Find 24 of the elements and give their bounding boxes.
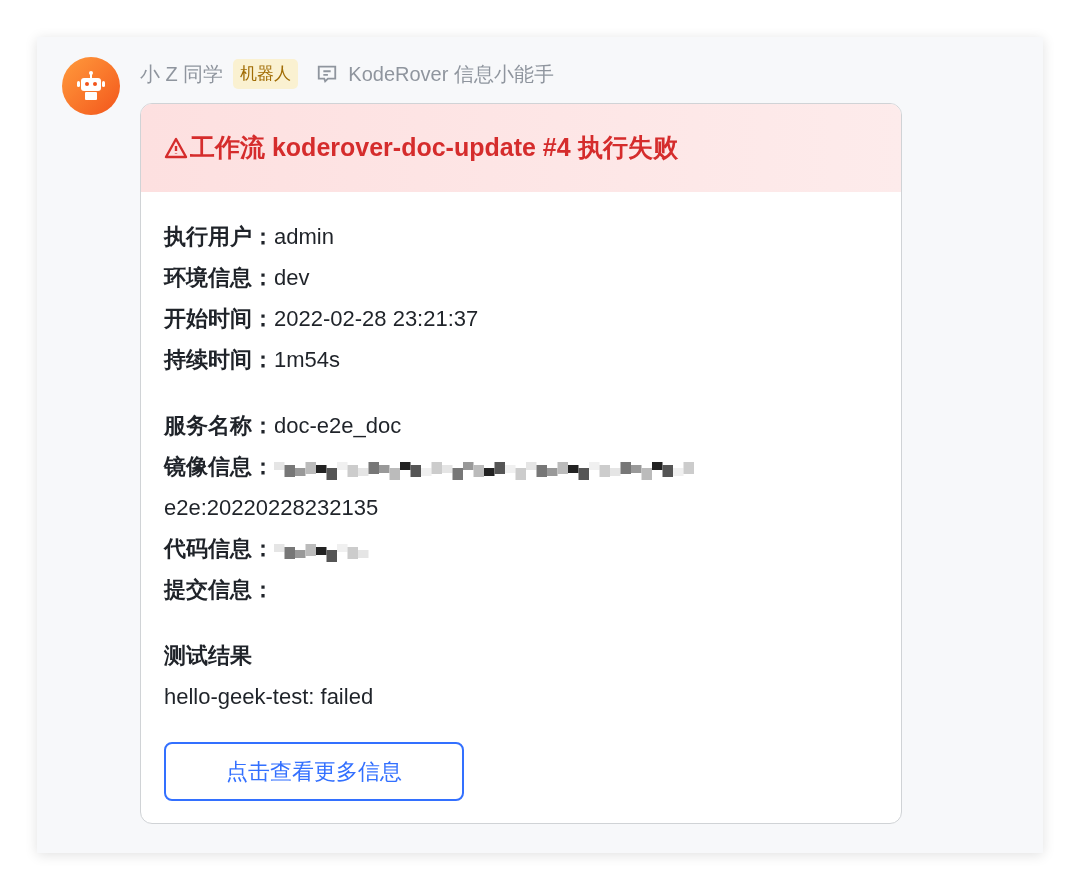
section-heading: 测试结果: [164, 642, 252, 670]
field-value: dev: [274, 264, 310, 292]
message-icon: [316, 63, 339, 85]
field-value: doc-e2e_doc: [274, 412, 402, 440]
robot-tag: 机器人: [233, 59, 299, 89]
field-label: 开始时间：: [164, 305, 274, 333]
card-title: 工作流 koderover-doc-update #4 执行失败: [190, 132, 678, 164]
field-label: 代码信息：: [164, 535, 274, 563]
sender-name: 小 Z 同学: [140, 62, 224, 87]
field-value: 2022-02-28 23:21:37: [274, 305, 479, 333]
field-label: 服务名称：: [164, 412, 274, 440]
field-label: 执行用户：: [164, 223, 274, 251]
field-label: 提交信息：: [164, 576, 274, 604]
source-name: KodeRover 信息小能手: [348, 62, 554, 87]
result-line: hello-geek-test: failed: [164, 683, 374, 711]
field-label: 持续时间：: [164, 346, 274, 374]
field-value: e2e:20220228232135: [164, 494, 379, 522]
field-value: 1m54s: [274, 346, 341, 374]
robot-icon: [74, 69, 108, 103]
field-value: admin: [274, 223, 334, 251]
field-label: 环境信息：: [164, 264, 274, 292]
more-info-button[interactable]: 点击查看更多信息: [164, 742, 464, 801]
warning-icon: [164, 136, 188, 160]
field-label: 镜像信息：: [164, 453, 274, 481]
